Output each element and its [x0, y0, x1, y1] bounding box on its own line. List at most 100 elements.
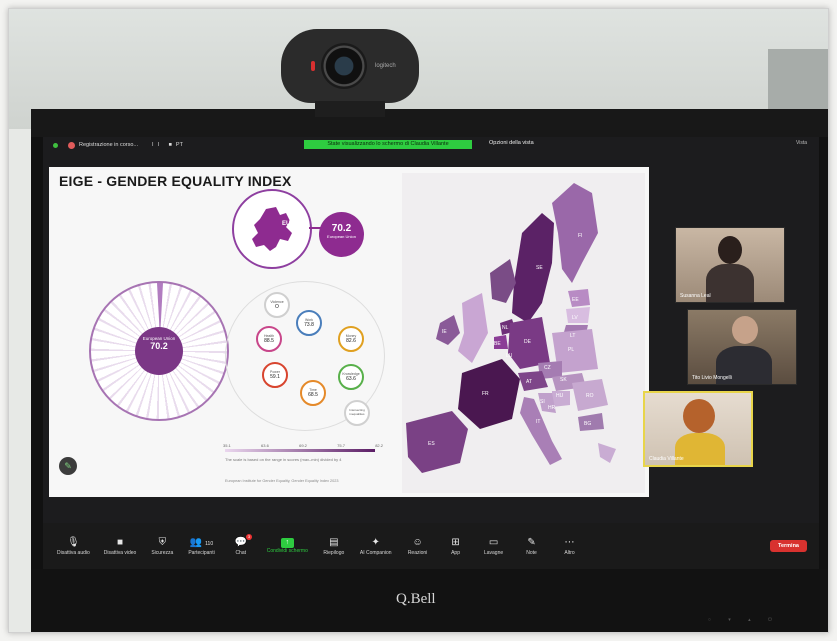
domain-time: Time 68.5 — [300, 380, 326, 406]
domain-violence: Violence O — [264, 292, 290, 318]
emoji-icon: ☺ — [412, 536, 423, 548]
domain-circles-area: Violence O Work 73.8 Money 82.6 Knowledg… — [225, 281, 385, 431]
people-icon: 👥 110 — [189, 536, 214, 548]
participant-avatar — [718, 236, 742, 264]
shield-icon[interactable] — [53, 142, 58, 148]
map-label: EE — [572, 297, 579, 303]
chat-label: Chat — [235, 549, 246, 556]
webcam-led — [311, 61, 315, 71]
scale-tick: 75.7 — [337, 443, 345, 448]
webcam-mount — [315, 101, 385, 117]
slide-title: EIGE - GENDER EQUALITY INDEX — [59, 173, 292, 189]
summary-icon: ▤ — [329, 536, 339, 548]
participant-avatar — [683, 399, 715, 433]
participants-button[interactable]: 👥 110 Partecipanti — [188, 537, 214, 556]
domain-value: 63.6 — [346, 376, 356, 382]
recording-code: PT — [175, 142, 183, 148]
domain-value: O — [275, 304, 279, 310]
scale-note: The scale is based on the range in score… — [225, 457, 342, 462]
domain-health: Health 88.5 — [256, 326, 282, 352]
color-scale-bar — [225, 449, 375, 452]
participant-avatar — [732, 316, 758, 344]
video-camera-icon: ■ — [117, 536, 124, 548]
monitor-buttons: ○ ▾ ▴ ⏻ — [707, 617, 780, 623]
map-label: LV — [572, 315, 578, 321]
monitor-brand-logo: Q.Bell — [396, 591, 436, 607]
europe-map: SE FI EE LV LT IE NL BE DE LU CZ PL FR A… — [402, 173, 645, 493]
index-dial: European Union 70.2 — [89, 281, 229, 421]
apps-label: App — [451, 549, 460, 556]
recording-controls[interactable]: II ■ — [152, 142, 176, 148]
map-label: LU — [506, 353, 513, 359]
participant-tile[interactable]: Susanna Leal — [675, 227, 785, 303]
end-meeting-button[interactable]: Termina — [770, 540, 807, 552]
domain-value: 73.8 — [304, 322, 314, 328]
webcam-brand: logitech — [375, 63, 396, 69]
map-label: BG — [584, 421, 591, 427]
whiteboard-button[interactable]: ▭ Lavagne — [482, 537, 506, 556]
intersecting-label: Intersecting inequalities — [349, 408, 365, 416]
more-button[interactable]: ⋯ Altro — [558, 537, 582, 556]
pencil-icon[interactable]: ✎ — [59, 457, 77, 475]
eu-score-bubble: 70.2 European Union — [319, 212, 364, 257]
sparkle-icon: ✦ — [371, 536, 380, 548]
chat-button[interactable]: 💬 3 Chat — [229, 533, 253, 556]
screen-share-banner: State visualizzando lo schermo di Claudi… — [304, 140, 472, 149]
scale-tick: 69.2 — [299, 443, 307, 448]
domain-value: 59.1 — [270, 374, 280, 380]
microphone-icon: 🎙 — [67, 536, 80, 548]
eu-score-label: European Union — [327, 234, 356, 239]
scale-tick: 82.2 — [375, 443, 383, 448]
map-label: PL — [568, 347, 574, 353]
eu-map-circle: EU — [232, 189, 312, 269]
map-label: AT — [526, 379, 532, 385]
scale-ticks: 35.1 63.6 69.2 75.7 82.2 — [223, 443, 383, 448]
view-options-button[interactable]: Opzioni della vista — [489, 140, 534, 146]
notes-icon: ✎ — [527, 536, 536, 548]
whiteboard-label: Lavagne — [483, 549, 504, 556]
map-label: NL — [502, 325, 509, 331]
domain-power: Power 59.1 — [262, 362, 288, 388]
mute-audio-label: Disattiva audio — [57, 549, 90, 556]
shared-slide: EIGE - GENDER EQUALITY INDEX EU 70.2 Eur… — [49, 167, 649, 497]
ellipsis-icon: ⋯ — [564, 536, 575, 548]
source-note: European Institute for Gender Equality, … — [225, 479, 339, 483]
participant-name: Claudia Villante — [649, 456, 684, 462]
share-screen-button[interactable]: ↑ Condividi schermo — [267, 538, 308, 554]
notes-button[interactable]: ✎ Note — [520, 537, 544, 556]
summary-button[interactable]: ▤ Riepilogo — [322, 537, 346, 556]
whiteboard-icon: ▭ — [488, 536, 499, 548]
chat-badge: 3 — [245, 533, 252, 540]
zoom-screen: Registrazione in corso... II ■ PT State … — [43, 137, 819, 569]
webcam-lens-icon — [321, 43, 367, 89]
domain-value: 88.5 — [264, 338, 274, 344]
ai-companion-button[interactable]: ✦ AI Companion — [360, 537, 392, 556]
reactions-button[interactable]: ☺ Reazioni — [406, 537, 430, 556]
map-label: SE — [536, 265, 543, 271]
domain-value: 68.5 — [308, 392, 318, 398]
participant-tile-active[interactable]: Claudia Villante — [643, 391, 753, 467]
view-button[interactable]: Vista — [796, 140, 807, 146]
map-label: IT — [536, 419, 540, 425]
scale-tick: 63.6 — [261, 443, 269, 448]
shield-icon: ⛨ — [158, 536, 167, 548]
mute-audio-button[interactable]: 🎙 Disattiva audio — [57, 537, 90, 556]
participant-tile[interactable]: Tito Livio Mongelli — [687, 309, 797, 385]
map-label: FI — [578, 233, 582, 239]
apps-button[interactable]: ⊞ App — [444, 537, 468, 556]
domain-knowledge: Knowledge 63.6 — [338, 364, 364, 390]
recording-icon — [68, 141, 75, 149]
share-screen-icon: ↑ — [280, 538, 294, 548]
domain-intersecting: Intersecting inequalities — [344, 400, 370, 426]
map-label: HR — [548, 405, 556, 411]
zoom-toolbar: 🎙 Disattiva audio ■ Disattiva video ⛨ Si… — [43, 523, 819, 569]
domain-money: Money 82.6 — [338, 326, 364, 352]
stop-video-button[interactable]: ■ Disattiva video — [104, 537, 137, 556]
share-screen-label: Condividi schermo — [266, 548, 308, 554]
map-label: HU — [556, 393, 564, 399]
map-label: IE — [442, 329, 447, 335]
security-button[interactable]: ⛨ Sicurezza — [150, 537, 174, 556]
participant-name: Susanna Leal — [680, 293, 711, 299]
stop-video-label: Disattiva video — [103, 549, 137, 556]
domain-value: 82.6 — [346, 338, 356, 344]
